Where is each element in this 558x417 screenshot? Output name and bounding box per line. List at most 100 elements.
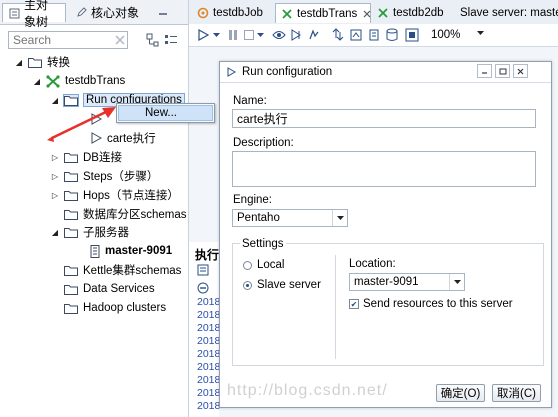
editor-tabs: testdbJob testdbTrans testdb2db Slave se… — [189, 0, 558, 25]
folder-icon — [64, 152, 78, 163]
tree-node-data-services[interactable]: Data Services — [64, 280, 155, 298]
tree-node-slave-servers[interactable]: ◢ 子服务器 — [50, 223, 129, 241]
tree-node-testdbtrans[interactable]: ◢ testdbTrans — [32, 72, 125, 90]
minimize-button[interactable] — [477, 64, 492, 78]
dropdown-arrow-icon[interactable] — [255, 27, 265, 43]
run-icon[interactable] — [195, 27, 211, 43]
server-icon — [90, 244, 100, 258]
impact-icon[interactable] — [348, 27, 364, 43]
tree-node-hops[interactable]: ▷ Hops（节点连接） — [50, 186, 179, 204]
expanded-triangle-icon[interactable]: ◢ — [32, 76, 42, 86]
tree-node-hadoop-clusters[interactable]: Hadoop clusters — [64, 299, 166, 317]
engine-select[interactable]: Pentaho — [232, 209, 348, 227]
folder-icon — [64, 303, 78, 314]
log-line: 2018 — [197, 387, 221, 399]
close-tab-icon[interactable] — [363, 10, 371, 18]
close-button[interactable] — [513, 64, 528, 78]
debug-icon[interactable] — [288, 27, 304, 43]
run-icon — [226, 67, 236, 77]
verify-icon[interactable] — [330, 27, 346, 43]
explore-db-icon[interactable] — [384, 27, 400, 43]
log-line: 2018 — [197, 335, 221, 347]
clear-search-icon[interactable] — [113, 33, 127, 47]
folder-icon — [64, 209, 78, 220]
tab-label: 核心对象 — [91, 6, 140, 20]
expanded-triangle-icon[interactable]: ◢ — [50, 227, 60, 237]
object-tree-panel: 主对象树 核心对象 ◢ 转换 ◢ testdbTrans — [0, 0, 189, 417]
search-box[interactable] — [8, 31, 128, 49]
log-line: 2018 — [197, 374, 221, 386]
description-input[interactable] — [233, 152, 535, 186]
tree-node-steps[interactable]: ▷ Steps（步骤） — [50, 167, 159, 185]
tree-node-partition-schemas[interactable]: 数据库分区schemas — [64, 205, 187, 223]
grid-icon[interactable] — [404, 27, 420, 43]
context-menu: New... — [116, 103, 215, 123]
pause-icon[interactable] — [225, 27, 241, 43]
tab-testdbjob[interactable]: testdbJob — [192, 3, 274, 23]
collapsed-triangle-icon[interactable]: ▷ — [50, 190, 60, 200]
transformation-icon — [377, 7, 389, 19]
preview-eye-icon[interactable] — [271, 27, 287, 43]
location-value: master-9091 — [354, 276, 419, 288]
tree-node-master-9091[interactable]: master-9091 — [90, 242, 172, 260]
checkbox-checked-icon[interactable]: ✔ — [349, 299, 359, 309]
execution-label: 执行 — [195, 248, 220, 262]
tree-node-transformations[interactable]: ◢ 转换 — [14, 53, 70, 71]
collapse-all-icon[interactable] — [164, 33, 178, 47]
tab-label: testdb2db — [393, 7, 444, 19]
radio-on[interactable] — [243, 280, 252, 290]
log-line: 2018 — [197, 361, 221, 373]
tab-slave-server[interactable]: Slave server: master-9091 — [455, 3, 558, 23]
clear-log-icon[interactable] — [197, 282, 209, 294]
expand-all-icon[interactable] — [146, 33, 160, 47]
tab-testdbtrans[interactable]: testdbTrans — [275, 3, 371, 23]
log-line: 2018 — [197, 296, 221, 308]
new-menu-item[interactable]: New... — [118, 105, 213, 121]
replay-icon[interactable] — [306, 27, 322, 43]
log-view-icon[interactable] — [197, 264, 209, 276]
name-field[interactable] — [232, 109, 536, 128]
transformation-icon — [46, 74, 60, 88]
watermark-text: http://blog.csdn.net/ — [227, 382, 388, 399]
tree-label: 数据库分区schemas — [83, 209, 187, 221]
dropdown-arrow-icon[interactable] — [211, 27, 221, 43]
tree-tab-icon — [9, 8, 20, 19]
cancel-label: 取消(C) — [497, 388, 536, 400]
tab-testdb2db[interactable]: testdb2db — [372, 3, 456, 23]
radio-off[interactable] — [243, 260, 252, 270]
tab-core-objects[interactable]: 核心对象 — [70, 3, 150, 22]
zoom-select[interactable]: 100% — [428, 26, 492, 44]
collapsed-triangle-icon[interactable]: ▷ — [50, 152, 60, 162]
tree-node-db-connections[interactable]: ▷ DB连接 — [50, 148, 122, 166]
search-input[interactable] — [9, 32, 127, 48]
dropdown-arrow-icon — [449, 274, 464, 290]
tree-label: Hadoop clusters — [83, 302, 167, 314]
minimize-panel-icon[interactable] — [158, 6, 168, 16]
name-input[interactable] — [233, 110, 535, 127]
zoom-value: 100% — [431, 29, 461, 41]
sql-icon[interactable] — [366, 27, 382, 43]
tab-main-object-tree[interactable]: 主对象树 — [2, 0, 66, 29]
tab-label: testdbTrans — [297, 7, 358, 20]
tree-node-cluster-schemas[interactable]: Kettle集群schemas — [64, 261, 181, 279]
maximize-button[interactable] — [495, 64, 510, 78]
pencil-icon — [76, 7, 87, 18]
tree-label: 子服务器 — [83, 227, 129, 239]
slave-server-radio[interactable]: Slave server — [243, 279, 321, 291]
cancel-button[interactable]: 取消(C) — [492, 384, 541, 402]
folder-icon — [64, 284, 78, 295]
folder-icon — [64, 227, 78, 238]
expanded-triangle-icon[interactable]: ◢ — [14, 57, 24, 67]
engine-value: Pentaho — [237, 212, 280, 224]
slave-radio-label: Slave server — [257, 279, 321, 291]
location-select[interactable]: master-9091 — [349, 273, 465, 291]
send-resources-checkbox[interactable]: ✔ Send resources to this server — [349, 298, 513, 310]
collapsed-triangle-icon[interactable]: ▷ — [50, 171, 60, 181]
tree-label: Hops（节点连接） — [83, 190, 179, 202]
ok-button[interactable]: 确定(O) — [436, 384, 485, 402]
job-icon — [197, 7, 209, 19]
tree-label: DB连接 — [83, 152, 122, 164]
local-radio[interactable]: Local — [243, 259, 285, 271]
run-configuration-dialog: Run configuration Name: Description: Eng… — [219, 61, 552, 408]
description-field[interactable] — [232, 151, 536, 187]
